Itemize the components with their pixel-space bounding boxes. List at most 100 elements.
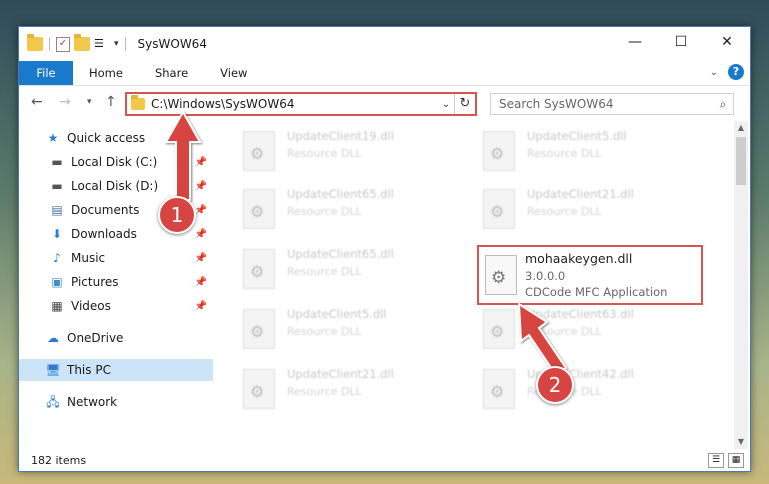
folder-icon	[131, 95, 145, 110]
drive-icon: ▬	[51, 179, 63, 193]
recent-locations-icon[interactable]: ▾	[87, 97, 92, 107]
list-item[interactable]: UpdateClient21.dll Resource DLL	[235, 365, 455, 415]
documents-icon: ▤	[51, 203, 63, 217]
properties-icon[interactable]: ✓	[56, 36, 70, 52]
nav-item-label: Downloads	[71, 227, 137, 241]
search-input[interactable]: Search SysWOW64 ⌕	[490, 93, 734, 115]
pin-icon[interactable]: 📌	[195, 277, 207, 288]
nav-item-pictures[interactable]: ▣ Pictures 📌	[19, 271, 213, 293]
window-controls: — ☐ ✕	[612, 27, 750, 57]
details-view-icon[interactable]: ☰	[708, 453, 724, 468]
tiles-view-icon[interactable]: ▦	[728, 453, 744, 468]
pin-icon[interactable]: 📌	[195, 253, 207, 264]
music-icon: ♪	[53, 251, 61, 265]
forward-arrow-icon[interactable]: →	[59, 94, 71, 110]
nav-item-onedrive[interactable]: ☁ OneDrive	[19, 327, 213, 349]
dll-file-icon	[483, 189, 515, 229]
pin-icon[interactable]: 📌	[195, 181, 207, 192]
nav-item-label: Documents	[71, 203, 140, 217]
file-description: Resource DLL	[527, 147, 602, 160]
tab-share[interactable]: Share	[139, 61, 204, 85]
chevron-down-icon[interactable]: ⌄	[438, 99, 454, 110]
list-item[interactable]: UpdateClient19.dll Resource DLL	[235, 127, 455, 177]
expand-ribbon-icon[interactable]: ⌄	[710, 67, 718, 78]
new-folder-icon[interactable]	[74, 34, 90, 51]
minimize-button[interactable]: —	[612, 27, 658, 57]
file-description: Resource DLL	[287, 265, 362, 278]
list-item[interactable]: UpdateClient5.dll Resource DLL	[475, 127, 695, 177]
nav-item-label: OneDrive	[67, 331, 124, 345]
highlighted-file-item[interactable]: mohaakeygen.dll 3.0.0.0 CDCode MFC Appli…	[477, 245, 703, 305]
dll-file-icon	[483, 309, 515, 349]
file-name: UpdateClient65.dll	[287, 187, 394, 201]
dll-file-icon	[243, 189, 275, 229]
up-arrow-icon[interactable]: ↑	[105, 94, 117, 110]
dll-file-icon	[243, 249, 275, 289]
tab-file[interactable]: File	[19, 61, 73, 85]
refresh-icon[interactable]: ↻	[454, 94, 475, 114]
nav-item-label: Music	[71, 251, 106, 265]
search-icon[interactable]: ⌕	[713, 97, 733, 112]
nav-item-music[interactable]: ♪ Music 📌	[19, 247, 213, 269]
dll-file-icon	[485, 255, 517, 295]
file-description: Resource DLL	[287, 147, 362, 160]
list-item[interactable]: UpdateClient5.dll Resource DLL	[235, 305, 455, 355]
nav-item-videos[interactable]: ▦ Videos 📌	[19, 295, 213, 317]
pin-icon[interactable]: 📌	[195, 301, 207, 312]
quick-access-toolbar: ✓ ☰ ▾	[27, 34, 128, 52]
nav-item-quick-access[interactable]: ★ Quick access	[19, 127, 213, 149]
pin-icon[interactable]: 📌	[195, 157, 207, 168]
list-item[interactable]: UpdateClient42.dll Resource DLL	[475, 365, 695, 415]
nav-item-label: Videos	[71, 299, 111, 313]
file-description: Resource DLL	[287, 325, 362, 338]
nav-item-label: Network	[67, 395, 118, 409]
list-item[interactable]: UpdateClient65.dll Resource DLL	[235, 185, 455, 235]
step-badge-2: 2	[536, 366, 574, 404]
customize-icon[interactable]: ☰	[94, 37, 110, 51]
address-path[interactable]: C:\Windows\SysWOW64	[151, 97, 438, 111]
search-placeholder[interactable]: Search SysWOW64	[499, 97, 713, 111]
scroll-thumb[interactable]	[736, 137, 746, 185]
file-name: UpdateClient5.dll	[527, 129, 627, 143]
file-version: 3.0.0.0	[525, 269, 566, 283]
file-name: UpdateClient19.dll	[287, 129, 394, 143]
nav-item-local-disk-d[interactable]: ▬ Local Disk (D:) 📌	[19, 175, 213, 197]
item-count: 182 items	[31, 453, 87, 467]
address-bar[interactable]: C:\Windows\SysWOW64 ⌄ ↻	[125, 92, 477, 116]
file-name: UpdateClient65.dll	[287, 247, 394, 261]
view-switcher: ☰ ▦	[708, 453, 744, 468]
navigation-pane: ★ Quick access ▬ Local Disk (C:) 📌 ▬ Loc…	[19, 121, 213, 451]
explorer-window: ✓ ☰ ▾ SysWOW64 — ☐ ✕ File Home Share Vie…	[18, 26, 751, 472]
help-icon[interactable]: ?	[728, 64, 744, 80]
vertical-scrollbar[interactable]: ▲ ▼	[734, 121, 748, 449]
download-icon: ⬇	[51, 227, 63, 241]
file-description: Resource DLL	[527, 205, 602, 218]
ribbon-right: ⌄ ?	[710, 64, 744, 80]
file-name: UpdateClient63.dll	[527, 307, 634, 321]
file-description: Resource DLL	[287, 205, 362, 218]
scroll-up-icon[interactable]: ▲	[734, 121, 748, 135]
chevron-down-icon[interactable]: ▾	[114, 39, 119, 49]
cloud-icon: ☁	[47, 331, 59, 345]
pin-icon[interactable]: 📌	[195, 205, 207, 216]
tab-view[interactable]: View	[204, 61, 263, 85]
file-name: mohaakeygen.dll	[525, 251, 633, 266]
nav-item-this-pc[interactable]: 🖥 This PC	[19, 359, 213, 381]
maximize-button[interactable]: ☐	[658, 27, 704, 57]
nav-item-network[interactable]: 🖧 Network	[19, 391, 213, 413]
nav-item-local-disk-c[interactable]: ▬ Local Disk (C:) 📌	[19, 151, 213, 173]
step-badge-1: 1	[158, 196, 196, 234]
pin-icon[interactable]: 📌	[195, 229, 207, 240]
close-button[interactable]: ✕	[704, 27, 750, 57]
file-name: UpdateClient21.dll	[287, 367, 394, 381]
back-arrow-icon[interactable]: ←	[31, 94, 43, 110]
nav-item-label: Local Disk (C:)	[71, 155, 158, 169]
nav-item-label: Pictures	[71, 275, 119, 289]
list-item[interactable]: UpdateClient63.dll Resource DLL	[475, 305, 695, 355]
list-item[interactable]: UpdateClient65.dll Resource DLL	[235, 245, 455, 295]
nav-item-label: Local Disk (D:)	[71, 179, 159, 193]
tab-home[interactable]: Home	[73, 61, 139, 85]
list-item[interactable]: UpdateClient21.dll Resource DLL	[475, 185, 695, 235]
scroll-down-icon[interactable]: ▼	[734, 435, 748, 449]
dll-file-icon	[243, 131, 275, 171]
